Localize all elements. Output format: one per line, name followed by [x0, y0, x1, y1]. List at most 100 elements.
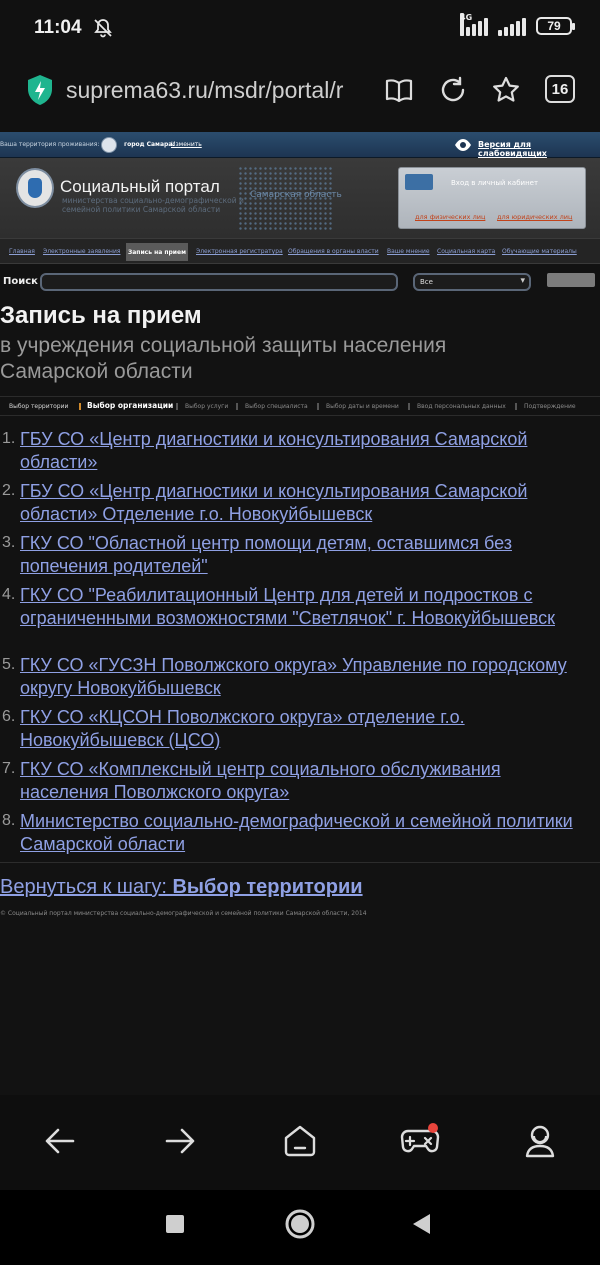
page-title: Запись на прием	[0, 302, 202, 329]
back-arrow-icon	[45, 1128, 75, 1154]
signal-icon-2	[498, 16, 528, 36]
tabs-count-button[interactable]: 16	[545, 75, 575, 103]
territory-label: Ваша территория проживания:	[0, 141, 100, 148]
organization-link[interactable]: ГКУ СО «КЦСОН Поволжского округа» отделе…	[20, 706, 592, 752]
search-label: Поиск	[3, 276, 38, 287]
cabinet-individuals-link[interactable]: для физических лиц	[415, 213, 485, 221]
organization-link[interactable]: ГКУ СО "Реабилитационный Центр для детей…	[20, 584, 592, 630]
browser-toolbar	[0, 1095, 600, 1190]
recents-button[interactable]	[159, 1208, 191, 1240]
territory-strip: Ваша территория проживания: город Самара…	[0, 132, 600, 158]
territory-city: город Самара.	[124, 141, 175, 148]
step-personal-data: Ввод персональных данных	[417, 403, 506, 410]
territory-change-link[interactable]: Изменить	[171, 141, 202, 148]
list-item-number: 7.	[2, 760, 16, 777]
step-organization: Выбор организации	[87, 401, 174, 410]
step-separator	[236, 403, 238, 410]
list-item-number: 4.	[2, 586, 16, 603]
system-nav-bar	[0, 1190, 600, 1265]
reload-icon[interactable]	[438, 75, 468, 105]
divider	[0, 862, 600, 863]
game-button[interactable]	[400, 1121, 440, 1161]
recents-icon	[166, 1215, 184, 1233]
back-button[interactable]	[40, 1121, 80, 1161]
web-page: Ваша территория проживания: город Самара…	[0, 132, 600, 1095]
step-specialist: Выбор специалиста	[245, 403, 308, 410]
forward-button[interactable]	[160, 1121, 200, 1161]
organization-link[interactable]: ГБУ СО «Центр диагностики и консультиров…	[20, 428, 592, 474]
home-button[interactable]	[280, 1121, 320, 1161]
organization-link[interactable]: ГКУ СО «ГУСЗН Поволжского округа» Управл…	[20, 654, 592, 700]
step-confirmation: Подтверждение	[524, 403, 576, 410]
step-separator	[317, 403, 319, 410]
list-item-number: 1.	[2, 430, 16, 447]
mute-icon	[94, 19, 112, 38]
url-field[interactable]: suprema63.ru/msdr/portal/r	[66, 77, 364, 104]
home-icon	[284, 1125, 316, 1157]
main-nav: Главная Электронные заявления Запись на …	[0, 238, 600, 264]
cabinet-legal-link[interactable]: для юридических лиц	[497, 213, 572, 221]
eye-icon	[455, 139, 471, 151]
step-service: Выбор услуги	[185, 403, 229, 410]
cabinet-title: Вход в личный кабинет	[451, 179, 539, 187]
notification-dot	[428, 1123, 438, 1133]
list-item-number: 5.	[2, 656, 16, 673]
back-triangle-icon	[413, 1214, 430, 1234]
reader-mode-icon[interactable]	[384, 75, 414, 105]
page-subtitle: в учреждения социальной защиты населения…	[0, 334, 447, 383]
search-input[interactable]	[40, 273, 398, 291]
nav-item-applications[interactable]: Электронные заявления	[43, 248, 120, 255]
nav-item-appointment[interactable]: Запись на прием	[126, 243, 188, 261]
portal-subtitle: министерства социально-демографической и…	[62, 196, 244, 214]
search-row: Поиск Все	[0, 270, 600, 296]
battery-level: 79	[547, 19, 561, 33]
back-link-prefix: Вернуться к шагу:	[0, 876, 173, 898]
organization-link[interactable]: ГКУ СО «Комплексный центр социального об…	[20, 758, 592, 804]
forward-arrow-icon	[165, 1128, 195, 1154]
step-datetime: Выбор даты и времени	[326, 403, 399, 410]
home-circle-icon	[285, 1209, 315, 1239]
back-to-step-link[interactable]: Вернуться к шагу: Выбор территории	[0, 876, 363, 899]
battery-icon: 79	[536, 17, 575, 35]
search-button[interactable]	[547, 273, 595, 287]
step-territory[interactable]: Выбор территории	[9, 403, 68, 410]
step-separator	[176, 403, 178, 410]
step-separator	[408, 403, 410, 410]
status-bar: 11:04 4G 79	[0, 0, 600, 58]
system-back-button[interactable]	[406, 1208, 438, 1240]
cabinet-login-box: Вход в личный кабинет для физических лиц…	[398, 167, 586, 229]
footer-copyright: © Социальный портал министерства социаль…	[0, 910, 367, 917]
low-vision-link[interactable]: Версия для слабовидящих	[478, 140, 600, 158]
signal-icon: 4G	[460, 13, 490, 36]
address-bar: suprema63.ru/msdr/portal/r 16	[0, 58, 600, 132]
nav-item-social-card[interactable]: Социальная карта	[437, 248, 495, 255]
organization-link[interactable]: Министерство социально-демографической и…	[20, 810, 592, 856]
step-separator	[79, 403, 81, 410]
status-time: 11:04	[34, 17, 82, 38]
list-item-number: 6.	[2, 708, 16, 725]
organization-link[interactable]: ГКУ СО "Областной центр помощи детям, ос…	[20, 532, 592, 578]
step-separator	[515, 403, 517, 410]
system-home-button[interactable]	[284, 1208, 316, 1240]
site-header: Социальный портал министерства социально…	[0, 158, 600, 238]
profile-icon	[525, 1125, 555, 1158]
cabinet-icon	[405, 174, 433, 190]
list-item-number: 8.	[2, 812, 16, 829]
shield-icon[interactable]	[26, 74, 54, 106]
list-item-number: 2.	[2, 482, 16, 499]
back-link-step: Выбор территории	[172, 876, 363, 898]
search-scope-select[interactable]: Все	[413, 273, 531, 291]
list-item-number: 3.	[2, 534, 16, 551]
nav-item-home[interactable]: Главная	[9, 248, 35, 255]
nav-item-training[interactable]: Обучающие материалы	[502, 248, 577, 255]
profile-button[interactable]	[520, 1121, 560, 1161]
organization-link[interactable]: ГБУ СО «Центр диагностики и консультиров…	[20, 480, 592, 526]
portal-title[interactable]: Социальный портал	[60, 177, 220, 197]
nav-item-appeals[interactable]: Обращения в органы власти	[288, 248, 379, 255]
nav-item-opinion[interactable]: Ваше мнение	[387, 248, 430, 255]
wizard-steps: Выбор территории Выбор организации Выбор…	[0, 396, 600, 416]
nav-item-registry[interactable]: Электронная регистратура	[196, 248, 283, 255]
star-icon[interactable]	[491, 75, 521, 105]
portal-logo-icon[interactable]	[16, 168, 54, 208]
territory-emblem-icon	[101, 137, 117, 153]
